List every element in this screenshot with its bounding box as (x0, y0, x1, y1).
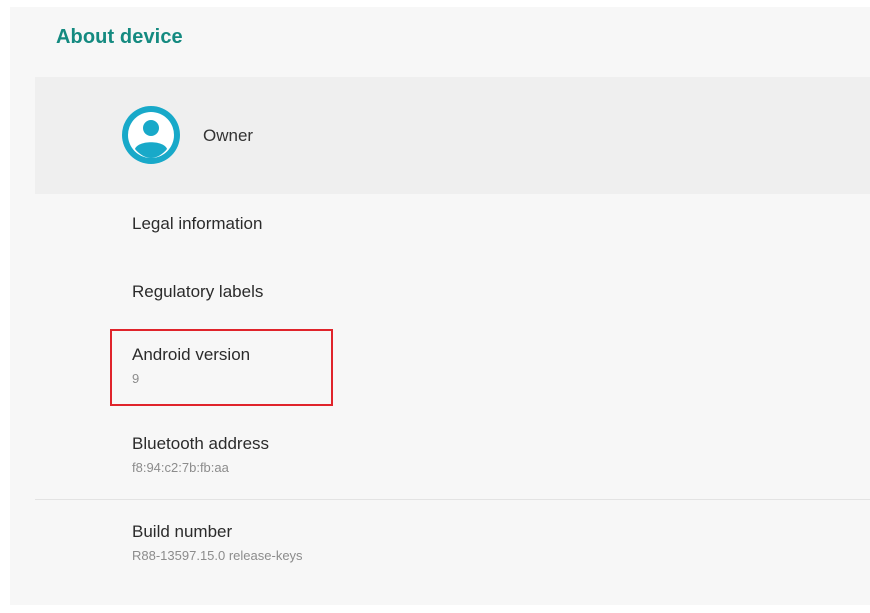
owner-name: Owner (203, 126, 254, 145)
settings-screen: About device Owner Legal information Reg… (10, 7, 870, 605)
item-title: Regulatory labels (132, 282, 264, 301)
page-title: About device (56, 26, 183, 48)
item-value: R88-13597.15.0 release-keys (132, 548, 303, 563)
build-number-item[interactable]: Build number R88-13597.15.0 release-keys (132, 521, 303, 565)
divider (35, 499, 870, 500)
item-title: Build number (132, 522, 233, 541)
bluetooth-address-item[interactable]: Bluetooth address f8:94:c2:7b:fb:aa (132, 433, 269, 477)
legal-information-item[interactable]: Legal information (132, 213, 262, 235)
regulatory-labels-item[interactable]: Regulatory labels (132, 281, 263, 303)
app-bar: About device (10, 7, 870, 77)
account-circle-icon (122, 106, 180, 164)
item-title: Bluetooth address (132, 434, 270, 453)
highlight-box (110, 329, 333, 406)
item-value: f8:94:c2:7b:fb:aa (132, 460, 229, 475)
owner-card[interactable]: Owner (35, 77, 870, 194)
item-title: Legal information (132, 214, 263, 233)
